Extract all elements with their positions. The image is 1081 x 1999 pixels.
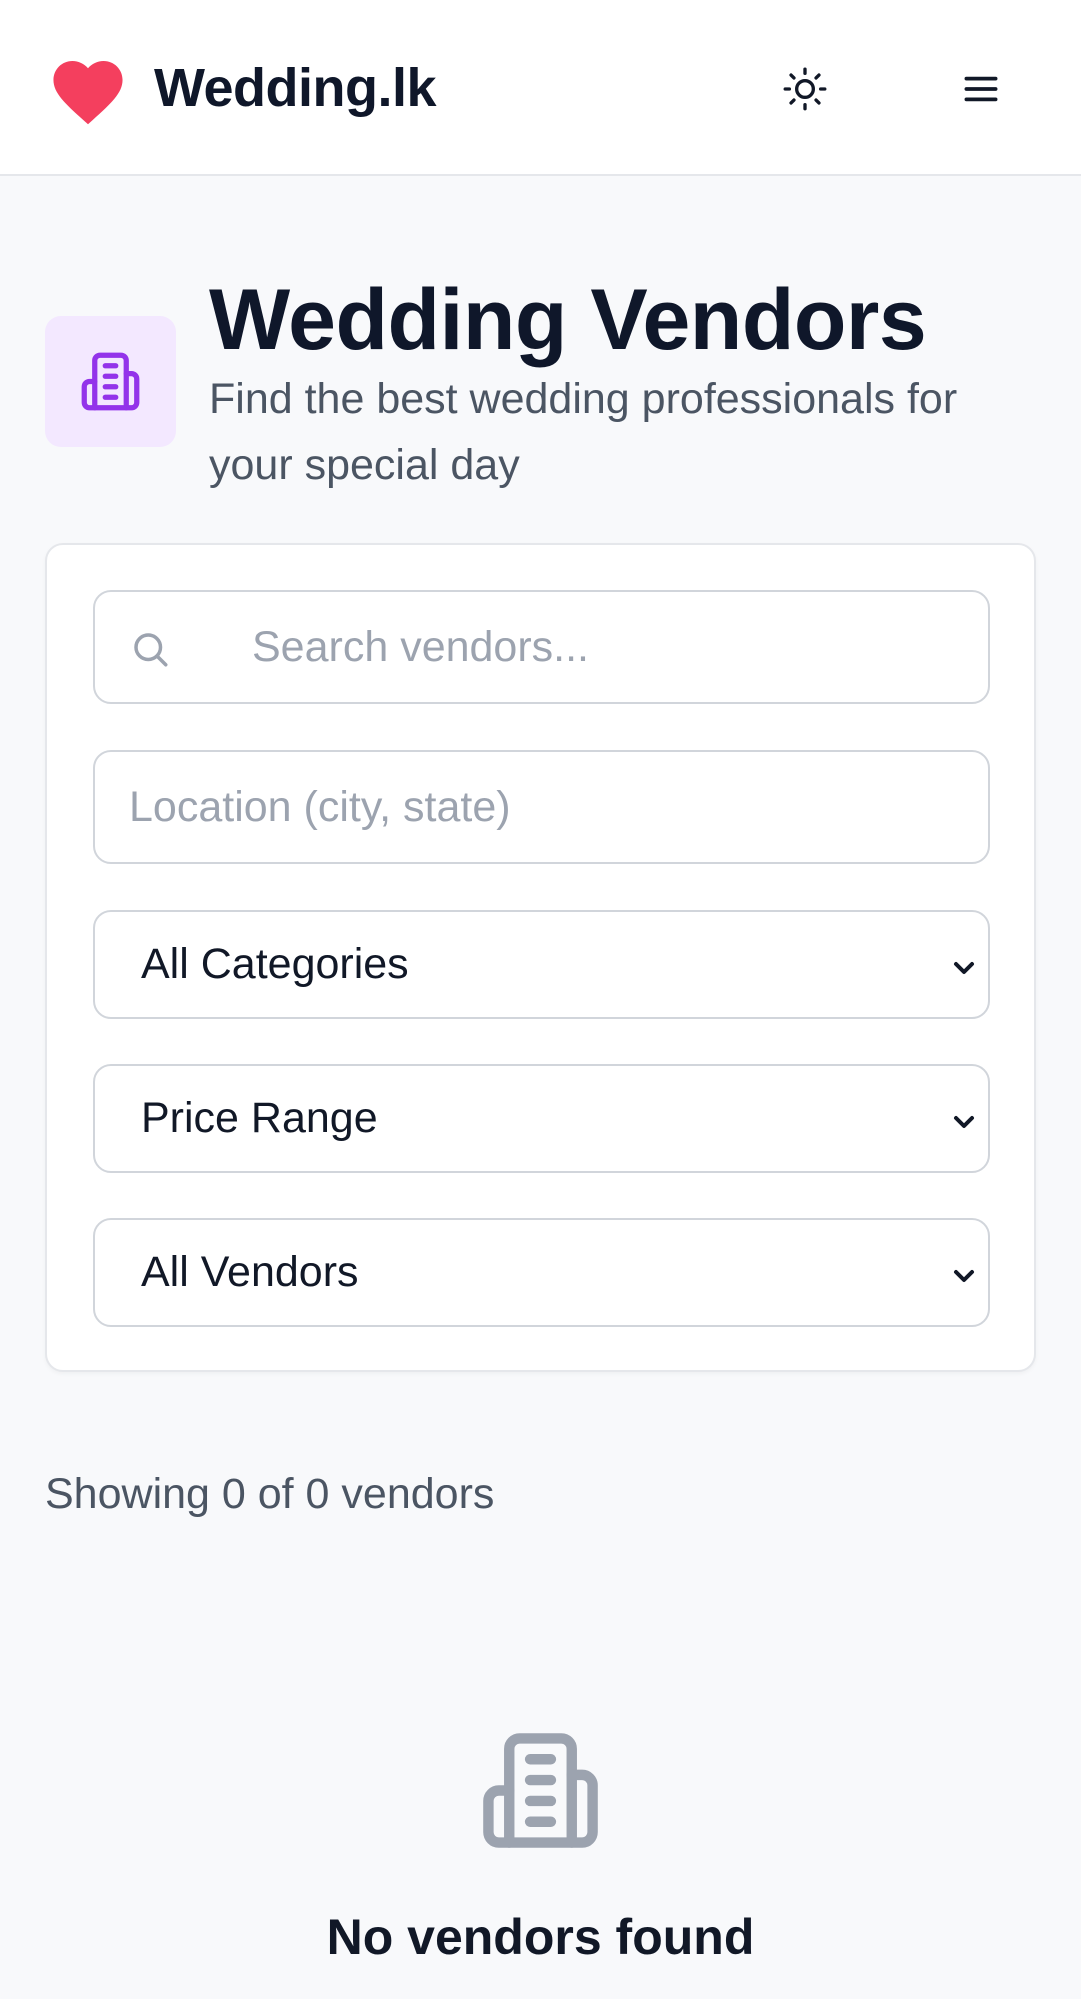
location-placeholder: Location (city, state) [129,782,511,831]
category-selected: All Categories [141,940,409,988]
vendor-type-select[interactable]: All Vendors [93,1218,990,1327]
results-count: Showing 0 of 0 vendors [45,1470,495,1518]
filter-panel: Search vendors... Location (city, state)… [45,543,1036,1372]
empty-state-title: No vendors found [326,1909,755,1965]
hamburger-menu-icon [964,76,998,102]
building-icon [483,1733,598,1848]
location-input[interactable]: Location (city, state) [93,750,990,864]
search-icon [134,633,168,667]
search-placeholder: Search vendors... [252,622,590,671]
search-input[interactable]: Search vendors... [93,590,990,704]
chevron-down-icon [954,1116,974,1128]
vendor-type-selected: All Vendors [141,1248,359,1296]
page-icon-box [45,316,176,447]
chevron-down-icon [954,1270,974,1282]
menu-button[interactable] [956,64,1006,114]
brand-name[interactable]: Wedding.lk [154,56,437,120]
category-select[interactable]: All Categories [93,910,990,1019]
page-subtitle: Find the best wedding professionals for … [209,375,958,489]
heart-icon[interactable] [46,50,130,126]
top-navbar: Wedding.lk [0,0,1081,176]
empty-state-icon [478,1728,603,1858]
theme-toggle-button[interactable] [780,64,830,114]
price-selected: Price Range [141,1094,378,1142]
chevron-down-icon [954,962,974,974]
building-icon [81,352,140,411]
page-title: Wedding Vendors [209,272,927,368]
price-range-select[interactable]: Price Range [93,1064,990,1173]
sun-icon [783,67,827,111]
